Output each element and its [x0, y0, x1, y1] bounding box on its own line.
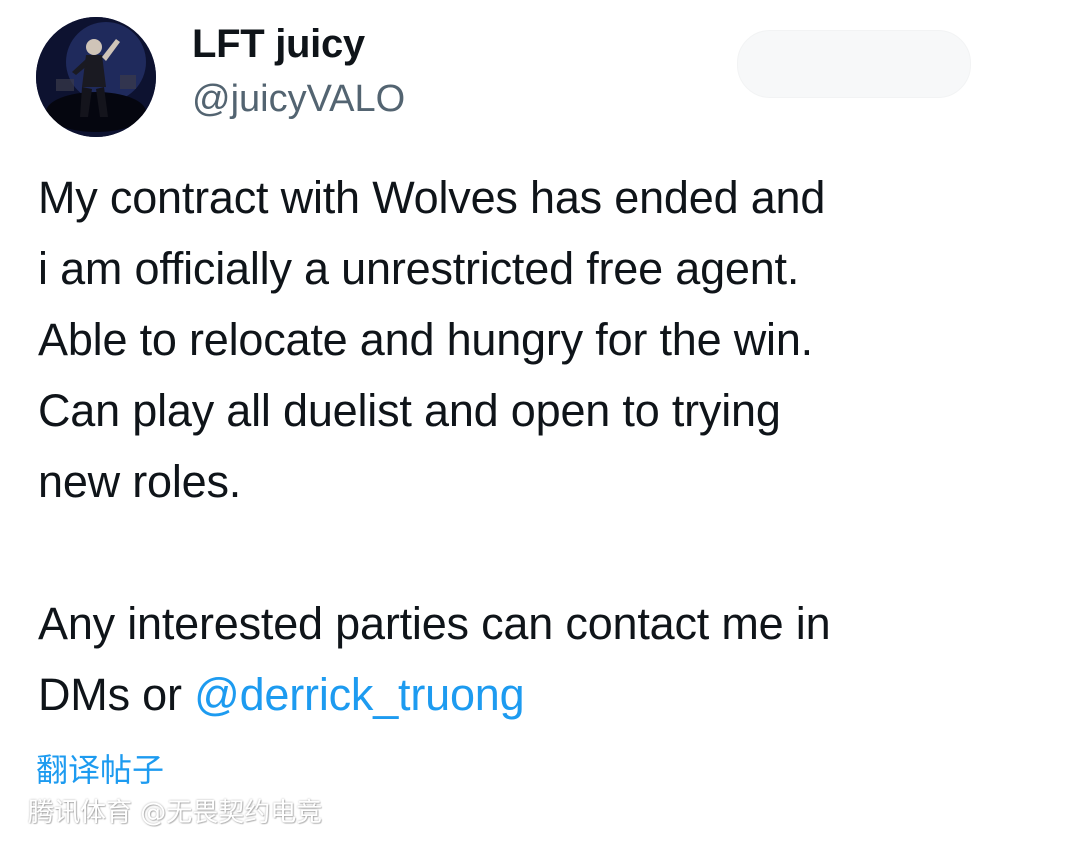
display-name[interactable]: LFT juicy	[192, 20, 365, 68]
dm-text: DMs or	[38, 669, 195, 720]
tweet-text: My contract with Wolves has ended and i …	[38, 162, 1058, 730]
paragraph-break	[38, 517, 1058, 588]
user-handle[interactable]: @juicyVALO	[192, 76, 405, 122]
profile-photo-icon	[36, 17, 156, 137]
follow-button[interactable]	[737, 30, 971, 98]
translate-post-link[interactable]: 翻译帖子	[36, 748, 164, 792]
mention-link[interactable]: @derrick_truong	[194, 669, 525, 720]
tweet-line: Any interested parties can contact me in	[38, 598, 831, 649]
tweet-line: My contract with Wolves has ended and	[38, 172, 826, 223]
tweet-line: DMs or @derrick_truong	[38, 659, 1058, 730]
tweet-line: Can play all duelist and open to trying	[38, 385, 781, 436]
tweet-line: i am officially a unrestricted free agen…	[38, 243, 800, 294]
tweet-line: new roles.	[38, 456, 242, 507]
tweet-line: Able to relocate and hungry for the win.	[38, 314, 813, 365]
watermark: 腾讯体育 @无畏契约电竞	[28, 798, 323, 828]
avatar[interactable]	[36, 17, 156, 137]
